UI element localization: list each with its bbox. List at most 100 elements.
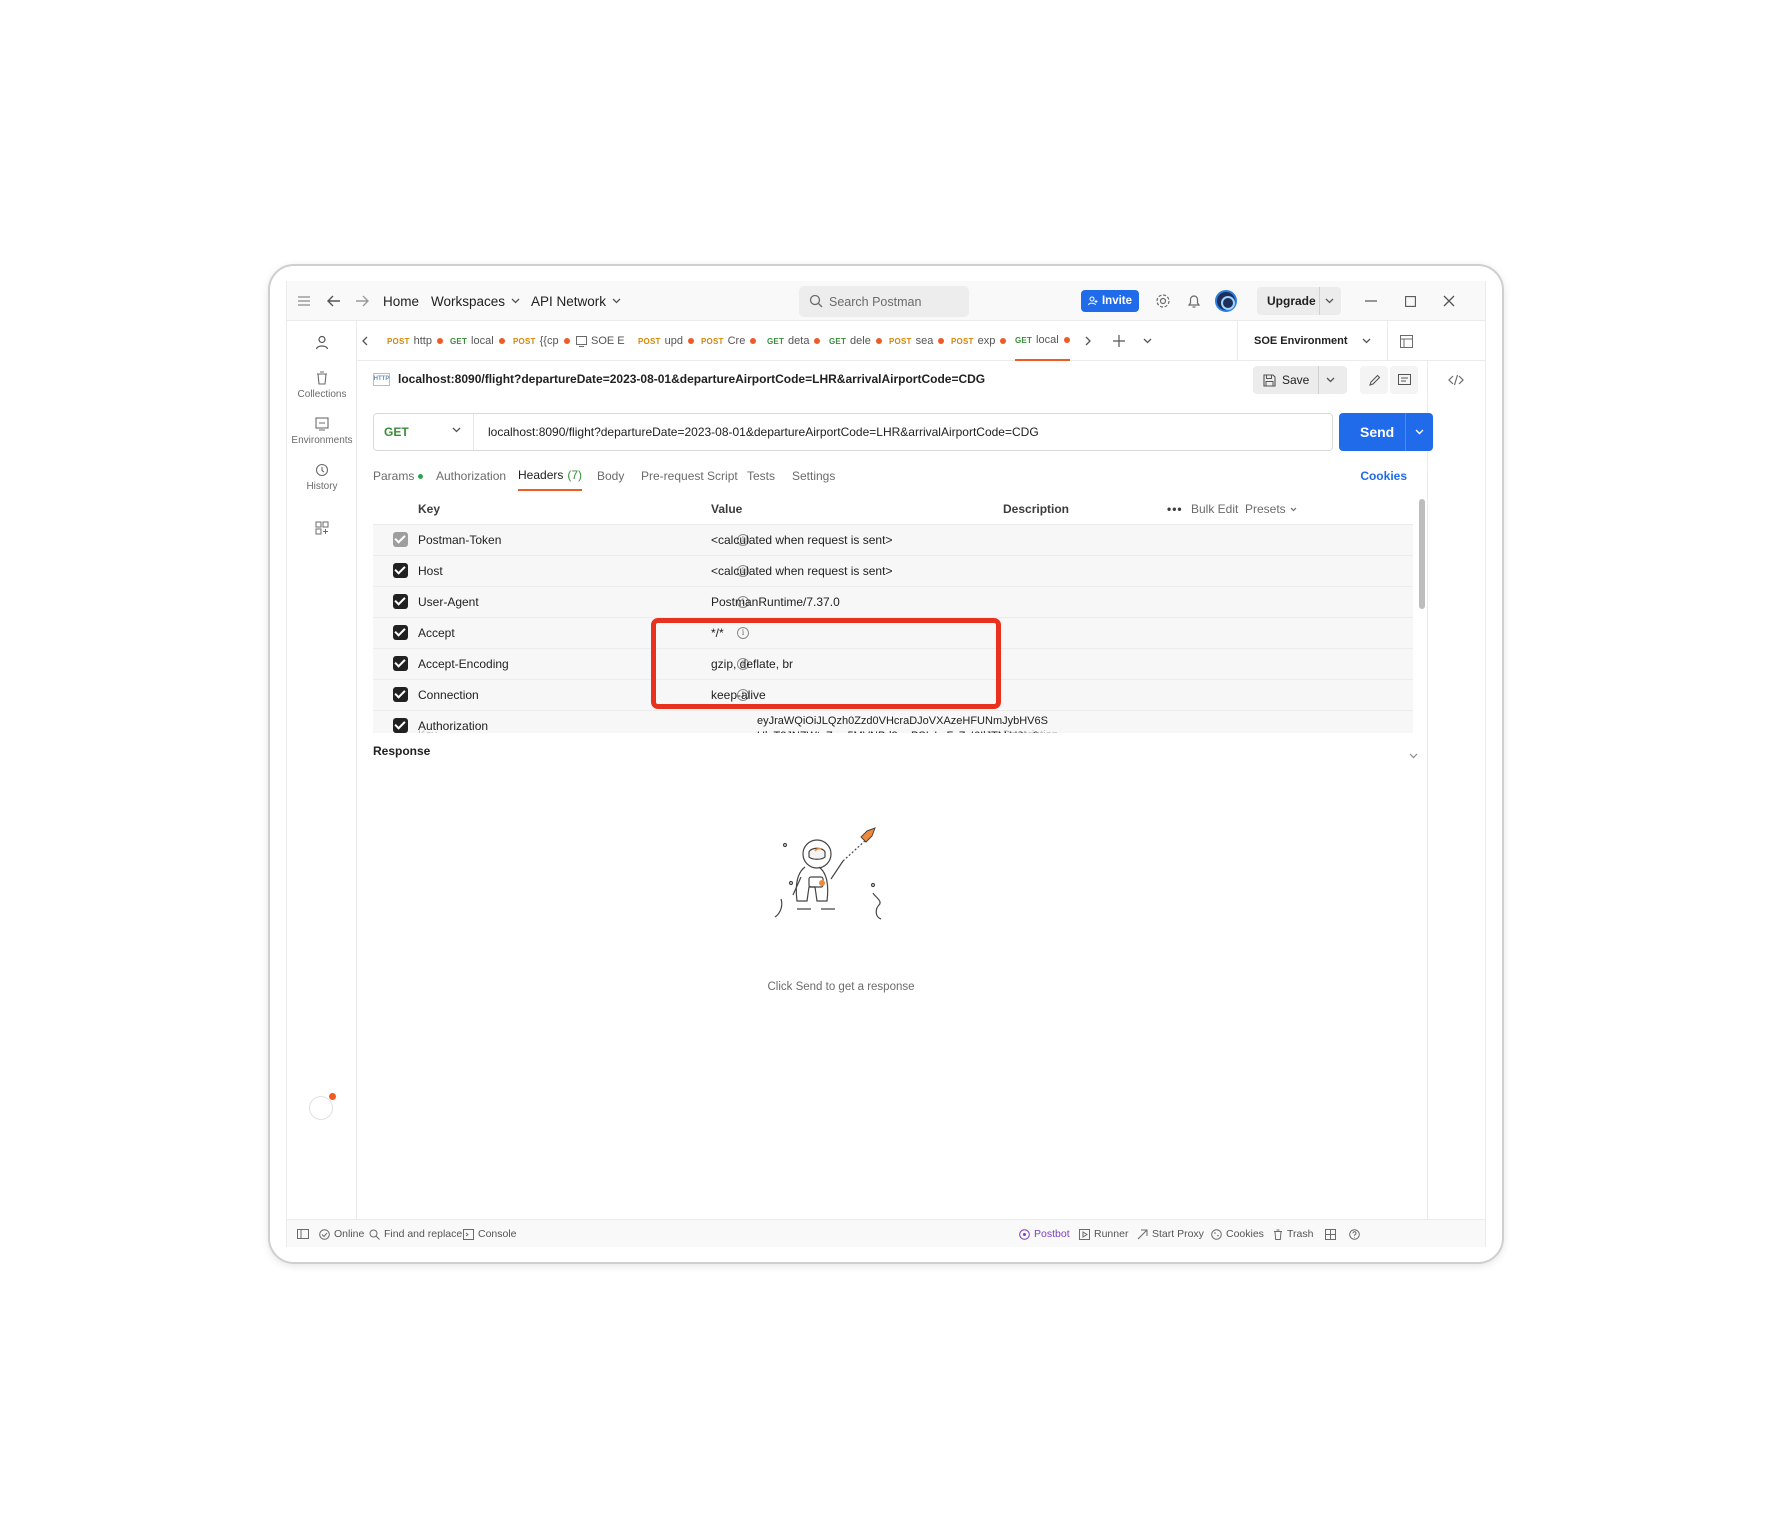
- request-tab-active[interactable]: GET local: [1015, 321, 1070, 361]
- row-checkbox[interactable]: [393, 532, 408, 547]
- chevron-down-icon: [1290, 507, 1297, 511]
- header-key[interactable]: Host: [418, 556, 443, 586]
- cookies-link[interactable]: Cookies: [1360, 461, 1407, 491]
- tabs-scroll-right-icon[interactable]: [1085, 321, 1092, 361]
- scrollbar[interactable]: [1419, 499, 1425, 609]
- home-link[interactable]: Home: [383, 281, 419, 321]
- chevron-down-icon: [1362, 338, 1371, 344]
- request-tab[interactable]: GET deta: [767, 321, 821, 361]
- header-key[interactable]: Accept: [418, 618, 455, 648]
- request-name[interactable]: localhost:8090/flight?departureDate=2023…: [398, 372, 985, 386]
- row-checkbox[interactable]: [393, 625, 408, 640]
- row-checkbox[interactable]: [393, 718, 408, 733]
- environment-selector[interactable]: SOE Environment: [1237, 321, 1377, 361]
- layout-icon[interactable]: [1325, 1220, 1336, 1247]
- header-key[interactable]: Accept-Encoding: [418, 649, 509, 679]
- tabs-menu-chevron-icon[interactable]: [1143, 321, 1152, 361]
- console-button[interactable]: Console: [463, 1220, 517, 1247]
- header-value[interactable]: <calculated when request is sent>: [711, 556, 892, 586]
- request-tab[interactable]: POST sea: [889, 321, 945, 361]
- workspaces-menu[interactable]: Workspaces: [431, 281, 520, 321]
- header-value[interactable]: <calculated when request is sent>: [711, 525, 892, 555]
- account-icon[interactable]: [287, 335, 357, 354]
- request-tab[interactable]: GET local: [450, 321, 505, 361]
- request-tab[interactable]: POST http: [387, 321, 443, 361]
- start-proxy-button[interactable]: Start Proxy: [1137, 1220, 1204, 1247]
- column-value: Value: [711, 502, 743, 516]
- tabs-scroll-left-icon[interactable]: [361, 321, 368, 361]
- tab-pre-request-script[interactable]: Pre-request Script: [641, 461, 738, 491]
- menu-icon[interactable]: [297, 281, 311, 321]
- request-tab[interactable]: POST upd: [638, 321, 694, 361]
- search-input[interactable]: Search Postman: [799, 286, 969, 317]
- tab-authorization[interactable]: Authorization: [436, 461, 506, 491]
- tab-headers[interactable]: Headers (7): [518, 461, 583, 491]
- cookies-button[interactable]: Cookies: [1211, 1220, 1264, 1247]
- configure-sidebar-icon[interactable]: [287, 521, 357, 539]
- find-replace-button[interactable]: Find and replace: [369, 1220, 462, 1247]
- api-network-menu[interactable]: API Network: [531, 281, 621, 321]
- header-key[interactable]: User-Agent: [418, 587, 479, 617]
- sidebar-item-collections[interactable]: Collections: [287, 371, 357, 400]
- comments-icon[interactable]: [1390, 366, 1418, 394]
- header-value[interactable]: PostmanRuntime/7.37.0: [711, 587, 840, 617]
- response-collapse-icon[interactable]: [1409, 746, 1418, 764]
- request-tab[interactable]: GET dele: [829, 321, 882, 361]
- new-key-placeholder[interactable]: Key: [418, 725, 437, 733]
- url-input[interactable]: localhost:8090/flight?departureDate=2023…: [488, 414, 1039, 450]
- request-tab[interactable]: POST Cre: [701, 321, 757, 361]
- row-checkbox[interactable]: [393, 563, 408, 578]
- rocket-status-icon[interactable]: [309, 1093, 336, 1120]
- postbot-button[interactable]: Postbot: [1019, 1220, 1070, 1247]
- code-icon[interactable]: [1448, 373, 1464, 391]
- avatar[interactable]: [1215, 290, 1237, 312]
- title-bar: Home Workspaces API Network Search Postm…: [287, 281, 1485, 321]
- more-options-icon[interactable]: •••: [1167, 494, 1183, 524]
- tab-params[interactable]: Params: [373, 461, 424, 491]
- tab-tests[interactable]: Tests: [747, 461, 775, 491]
- chevron-down-icon[interactable]: [1326, 377, 1335, 383]
- bell-icon[interactable]: [1187, 281, 1201, 321]
- tab-body[interactable]: Body: [597, 461, 624, 491]
- row-checkbox[interactable]: [393, 687, 408, 702]
- minimize-icon[interactable]: [1365, 281, 1377, 321]
- invite-button[interactable]: Invite: [1081, 290, 1139, 312]
- new-description-placeholder[interactable]: Description: [1003, 725, 1058, 733]
- forward-arrow-icon[interactable]: [355, 281, 369, 321]
- request-tab[interactable]: POST exp: [951, 321, 1007, 361]
- upgrade-button[interactable]: Upgrade: [1257, 287, 1341, 315]
- column-key: Key: [418, 502, 441, 516]
- back-arrow-icon[interactable]: [327, 281, 341, 321]
- chevron-down-icon[interactable]: [1415, 429, 1424, 435]
- gear-icon[interactable]: [1155, 281, 1171, 321]
- header-key[interactable]: Connection: [418, 680, 479, 710]
- request-title: HTTP localhost:8090/flight?departureDate…: [373, 367, 985, 391]
- presets-menu[interactable]: Presets: [1245, 494, 1297, 524]
- environment-tab[interactable]: SOE E: [576, 321, 625, 361]
- online-status[interactable]: Online: [319, 1220, 364, 1247]
- row-checkbox[interactable]: [393, 594, 408, 609]
- send-button[interactable]: Send: [1339, 413, 1433, 451]
- runner-button[interactable]: Runner: [1079, 1220, 1128, 1247]
- row-checkbox[interactable]: [393, 656, 408, 671]
- bulk-edit-button[interactable]: Bulk Edit: [1191, 494, 1238, 524]
- chevron-down-icon[interactable]: [1325, 298, 1334, 304]
- save-button[interactable]: Save: [1253, 366, 1347, 394]
- upgrade-label: Upgrade: [1267, 294, 1316, 308]
- header-key[interactable]: Postman-Token: [418, 525, 501, 555]
- maximize-icon[interactable]: [1405, 281, 1416, 321]
- trash-button[interactable]: Trash: [1273, 1220, 1313, 1247]
- help-icon[interactable]: [1349, 1220, 1360, 1247]
- sidebar-item-environments[interactable]: Environments: [287, 417, 357, 446]
- method-select[interactable]: GET: [374, 414, 474, 450]
- sidebar-item-label: Collections: [297, 389, 347, 400]
- environment-quick-look-icon[interactable]: [1387, 321, 1413, 361]
- tab-settings[interactable]: Settings: [792, 461, 835, 491]
- close-icon[interactable]: [1443, 281, 1455, 321]
- api-network-label: API Network: [531, 293, 607, 309]
- new-tab-icon[interactable]: [1113, 321, 1125, 361]
- request-tab[interactable]: POST {{cp: [513, 321, 570, 361]
- toggle-sidebar-icon[interactable]: [297, 1220, 309, 1247]
- sidebar-item-history[interactable]: History: [287, 463, 357, 492]
- edit-pencil-icon[interactable]: [1360, 366, 1388, 394]
